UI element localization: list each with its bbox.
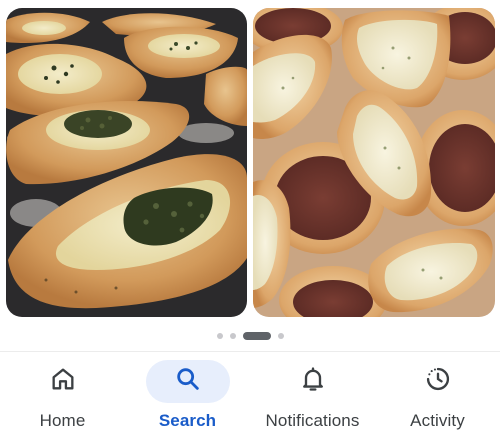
nav-label-search: Search bbox=[158, 411, 217, 430]
carousel-pager[interactable] bbox=[0, 330, 500, 342]
carousel-image-pastries-zaatar[interactable] bbox=[6, 8, 247, 317]
nav-label-notifications: Notifications bbox=[265, 411, 360, 430]
activity-icon bbox=[424, 365, 452, 398]
nav-item-notifications[interactable]: Notifications bbox=[250, 352, 375, 431]
nav-icon-container-selected bbox=[145, 360, 230, 403]
image-carousel[interactable] bbox=[0, 0, 500, 320]
pager-dot[interactable] bbox=[278, 333, 284, 339]
nav-item-search[interactable]: Search bbox=[125, 352, 250, 431]
nav-icon-container bbox=[271, 360, 355, 403]
search-icon bbox=[174, 365, 202, 398]
nav-icon-container bbox=[21, 360, 105, 403]
nav-item-activity[interactable]: Activity bbox=[375, 352, 500, 431]
nav-label-activity: Activity bbox=[410, 411, 465, 430]
carousel-image-pastries-meat-cheese[interactable] bbox=[253, 8, 495, 317]
nav-label-home: Home bbox=[39, 411, 86, 430]
nav-icon-container bbox=[396, 360, 480, 403]
pager-dot[interactable] bbox=[230, 333, 236, 339]
home-icon bbox=[49, 365, 77, 398]
pager-dot[interactable] bbox=[217, 333, 223, 339]
nav-item-home[interactable]: Home bbox=[0, 352, 125, 431]
pager-dot-active[interactable] bbox=[243, 332, 271, 340]
bell-icon bbox=[299, 365, 327, 398]
bottom-navigation-bar: Home Search Notifications Activity bbox=[0, 352, 500, 431]
